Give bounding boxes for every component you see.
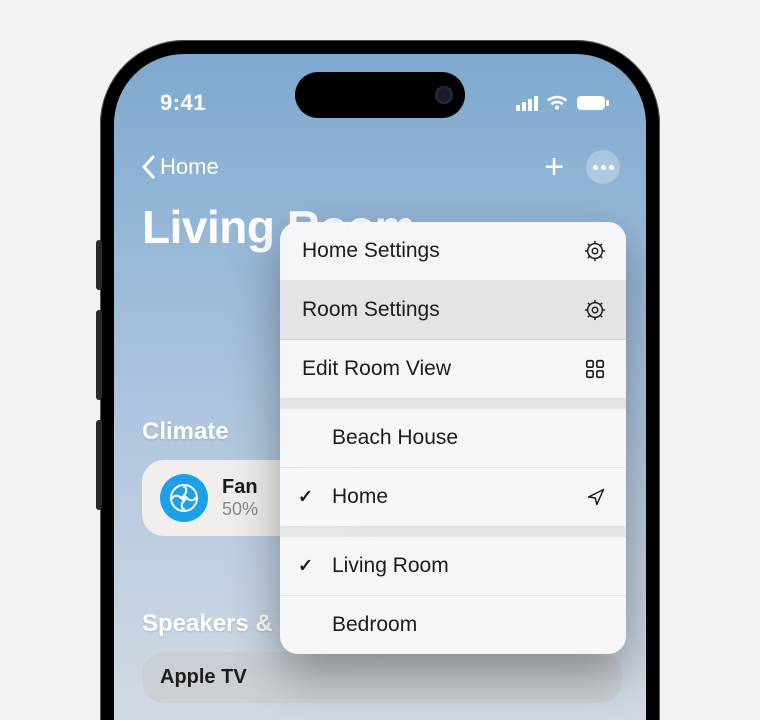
phone-frame: 9:41 Home + Livi [100,40,660,720]
checkmark-icon: ✓ [298,487,313,508]
fan-icon [160,474,208,522]
menu-separator [280,399,626,409]
location-icon [586,487,606,507]
add-button[interactable]: + [544,150,564,184]
menu-edit-room-view[interactable]: Edit Room View [280,340,626,399]
tile-name: Apple TV [160,666,247,689]
more-button[interactable] [586,150,620,184]
menu-item-label: Edit Room View [302,357,451,381]
menu-room-bedroom[interactable]: Bedroom [280,596,626,654]
screen: 9:41 Home + Livi [114,54,646,720]
grid-icon [584,358,606,380]
tile-status: 50% [222,499,258,520]
menu-item-label: Beach House [332,426,458,450]
tile-name: Fan [222,476,258,499]
status-icons [516,95,610,111]
menu-home-home[interactable]: ✓ Home [280,468,626,527]
cellular-icon [516,95,538,111]
chevron-left-icon [140,155,156,179]
checkmark-icon: ✓ [298,556,313,577]
menu-separator [280,527,626,537]
menu-room-settings[interactable]: Room Settings [280,281,626,340]
menu-item-label: Home [332,485,388,509]
menu-home-beach-house[interactable]: Beach House [280,409,626,468]
menu-item-label: Bedroom [332,613,417,637]
menu-item-label: Living Room [332,554,449,578]
gear-icon [584,240,606,262]
wifi-icon [546,95,568,111]
gear-icon [584,299,606,321]
menu-room-living-room[interactable]: ✓ Living Room [280,537,626,596]
menu-item-label: Room Settings [302,298,440,322]
status-time: 9:41 [160,90,206,116]
back-button[interactable]: Home [140,154,219,180]
nav-bar: Home + [114,144,646,190]
menu-home-settings[interactable]: Home Settings [280,222,626,281]
back-label: Home [160,154,219,180]
battery-icon [576,95,610,111]
dynamic-island [295,72,465,118]
tile-appletv[interactable]: Apple TV [142,652,622,703]
menu-item-label: Home Settings [302,239,440,263]
context-menu: Home Settings Room Settings Edit Room Vi… [280,222,626,654]
